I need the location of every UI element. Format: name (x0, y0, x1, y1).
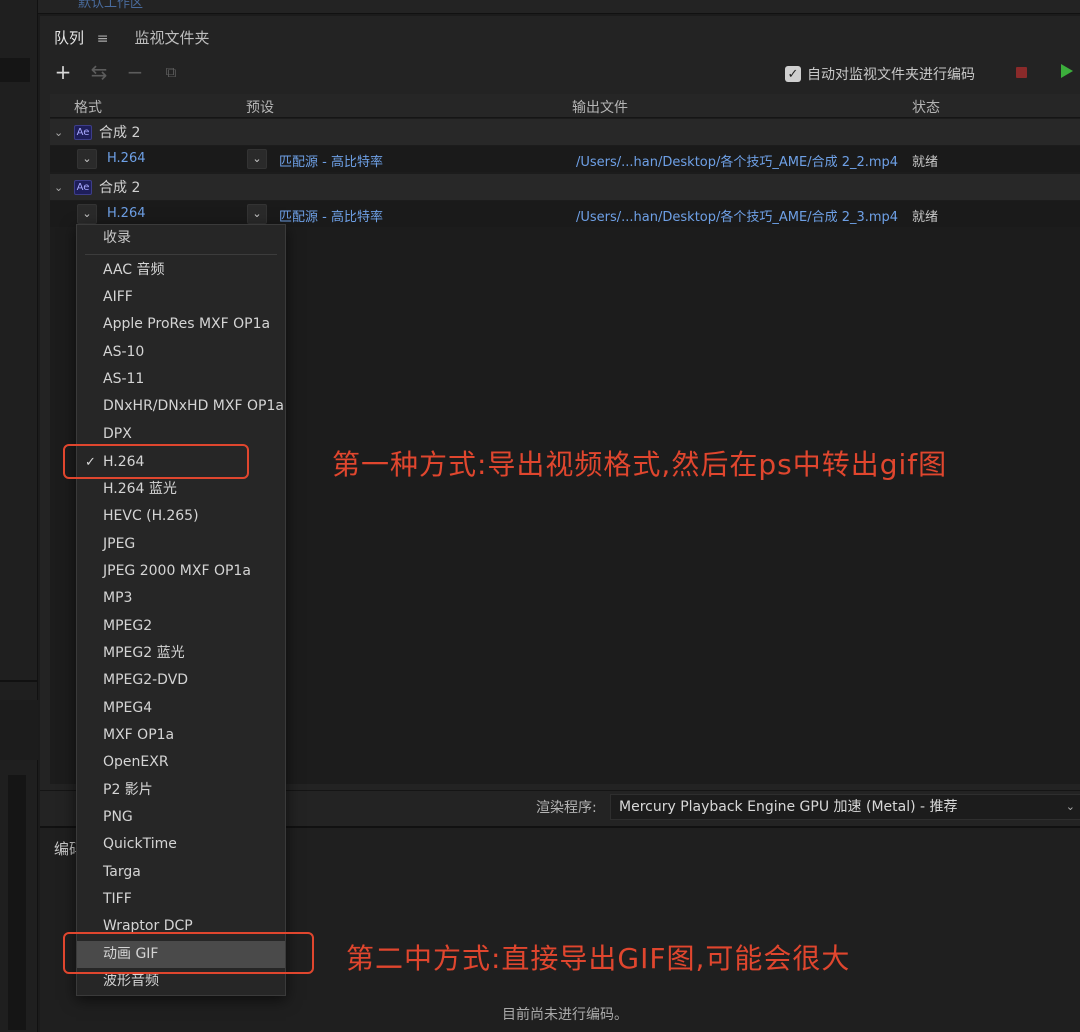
menu-item[interactable]: MPEG2 (77, 613, 285, 640)
left-panel-block (0, 700, 38, 760)
menu-item[interactable]: OpenEXR (77, 749, 285, 776)
chevron-down-icon[interactable]: ⌄ (54, 126, 63, 139)
remove-icon[interactable]: − (126, 60, 144, 84)
group-name: 合成 2 (99, 180, 141, 196)
tab-watch-folders[interactable]: 监视文件夹 (135, 27, 210, 48)
format-link[interactable]: H.264 (107, 206, 146, 221)
table-header: 格式 预设 输出文件 状态 (50, 94, 1080, 118)
tab-queue-label: 队列 (54, 28, 85, 47)
menu-item[interactable]: AAC 音频 (77, 257, 285, 284)
preset-link[interactable]: 匹配源 - 高比特率 (279, 151, 383, 170)
menu-item[interactable]: MPEG2 蓝光 (77, 640, 285, 667)
menu-item[interactable]: AS-11 (77, 366, 285, 393)
annotation-second-method: 第二中方式:直接导出GIF图,可能会很大 (346, 942, 851, 975)
auto-encode-checkbox[interactable]: ✓ (785, 66, 801, 82)
left-panel-field (0, 58, 30, 82)
annotation-first-method: 第一种方式:导出视频格式,然后在ps中转出gif图 (332, 448, 948, 481)
menu-item[interactable]: Targa (77, 859, 285, 886)
encoding-status: 目前尚未进行编码。 (502, 1007, 628, 1023)
auto-encode-option[interactable]: ✓ 自动对监视文件夹进行编码 (785, 64, 975, 84)
menu-item[interactable]: P2 影片 (77, 777, 285, 804)
menu-item[interactable]: MPEG2-DVD (77, 667, 285, 694)
auto-encode-label: 自动对监视文件夹进行编码 (807, 67, 975, 83)
left-panel-divider (0, 680, 38, 682)
settings-icon[interactable]: ⇆ (90, 60, 108, 84)
menu-item[interactable]: QuickTime (77, 831, 285, 858)
item-status: 就绪 (912, 210, 939, 225)
queue-toolbar: + ⇆ − ⧉ (54, 60, 180, 84)
stop-queue-button[interactable] (1016, 67, 1027, 78)
item-status: 就绪 (912, 155, 939, 170)
renderer-label: 渲染程序: (536, 800, 597, 816)
tab-queue[interactable]: 队列 ≡ (54, 27, 109, 48)
panel-menu-icon[interactable]: ≡ (97, 31, 109, 47)
annotation-box-gif (63, 932, 314, 974)
menu-item[interactable]: H.264 蓝光 (77, 476, 285, 503)
preset-dropdown-icon[interactable]: ⌄ (247, 149, 267, 169)
menu-item[interactable]: PNG (77, 804, 285, 831)
output-file-link[interactable]: /Users/...han/Desktop/各个技巧_AME/合成 2_2.mp… (576, 151, 898, 170)
format-dropdown-icon[interactable]: ⌄ (77, 149, 97, 169)
workspace-tab-remnant[interactable]: 默认工作区 (78, 0, 143, 11)
menu-item[interactable]: Apple ProRes MXF OP1a (77, 311, 285, 338)
preset-link[interactable]: 匹配源 - 高比特率 (279, 206, 383, 225)
annotation-box-h264 (63, 444, 249, 479)
preset-dropdown-icon[interactable]: ⌄ (247, 204, 267, 224)
column-output[interactable]: 输出文件 (572, 97, 628, 117)
duplicate-icon[interactable]: ⧉ (162, 63, 180, 81)
format-dropdown-icon[interactable]: ⌄ (77, 204, 97, 224)
add-source-icon[interactable]: + (54, 60, 72, 84)
after-effects-icon: Ae (74, 179, 92, 195)
renderer-value: Mercury Playback Engine GPU 加速 (Metal) -… (619, 799, 958, 815)
top-bar: 默认工作区 (38, 0, 1080, 14)
menu-item[interactable]: TIFF (77, 886, 285, 913)
chevron-down-icon[interactable]: ⌄ (1066, 795, 1075, 819)
menu-item[interactable]: JPEG (77, 531, 285, 558)
after-effects-icon: Ae (74, 124, 92, 140)
menu-item[interactable]: MP3 (77, 585, 285, 612)
chevron-down-icon[interactable]: ⌄ (54, 181, 63, 194)
output-file-link[interactable]: /Users/...han/Desktop/各个技巧_AME/合成 2_3.mp… (576, 206, 898, 225)
start-queue-button[interactable] (1061, 64, 1073, 78)
left-panel-edge (0, 0, 38, 1032)
menu-header-ingest[interactable]: 收录 (77, 225, 285, 252)
format-menu[interactable]: 收录 AAC 音频 AIFF Apple ProRes MXF OP1a AS-… (76, 224, 286, 996)
menu-item[interactable]: MPEG4 (77, 695, 285, 722)
column-format[interactable]: 格式 (74, 97, 102, 117)
menu-item[interactable]: MXF OP1a (77, 722, 285, 749)
queue-group[interactable]: ⌄ Ae 合成 2 (50, 174, 1080, 200)
menu-item[interactable]: AIFF (77, 284, 285, 311)
menu-separator (85, 254, 277, 255)
menu-item[interactable]: HEVC (H.265) (77, 503, 285, 530)
queue-item[interactable]: ⌄ H.264 ⌄ 匹配源 - 高比特率 /Users/...han/Deskt… (50, 146, 1080, 172)
renderer-select[interactable]: Mercury Playback Engine GPU 加速 (Metal) -… (610, 794, 1080, 820)
menu-item[interactable]: AS-10 (77, 339, 285, 366)
panel-tabs: 队列 ≡ 监视文件夹 (54, 24, 210, 50)
format-link[interactable]: H.264 (107, 151, 146, 166)
column-preset[interactable]: 预设 (246, 97, 274, 117)
menu-item[interactable]: JPEG 2000 MXF OP1a (77, 558, 285, 585)
group-name: 合成 2 (99, 125, 141, 141)
queue-group[interactable]: ⌄ Ae 合成 2 (50, 119, 1080, 145)
menu-item[interactable]: DNxHR/DNxHD MXF OP1a (77, 393, 285, 420)
column-status[interactable]: 状态 (912, 97, 940, 117)
left-scrollbar[interactable] (8, 775, 26, 1030)
